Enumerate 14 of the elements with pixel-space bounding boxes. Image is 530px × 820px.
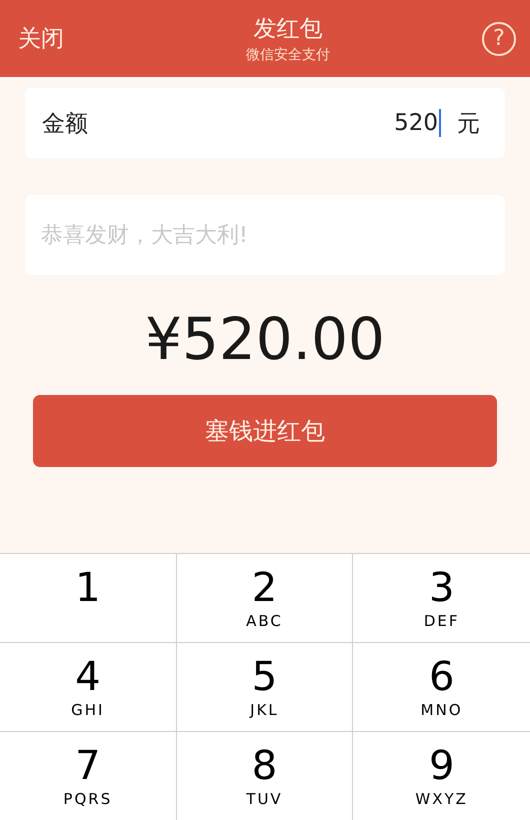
page-title: 发红包 (254, 15, 322, 44)
keypad-key[interactable]: 1 (0, 554, 177, 643)
keypad-key[interactable]: 5 JKL (176, 643, 354, 732)
total-amount: ¥520.00 (145, 305, 385, 373)
submit-button[interactable]: 塞钱进红包 (33, 395, 497, 467)
currency-unit: 元 (457, 110, 480, 138)
keypad-key[interactable]: 4 GHI (0, 643, 177, 732)
amount-field[interactable]: 金额 520 元 (25, 88, 505, 158)
close-button[interactable]: 关闭 (18, 23, 64, 54)
amount-value: 520 (394, 110, 438, 136)
keypad-key[interactable]: 2 ABC (176, 554, 354, 643)
amount-label: 金额 (42, 110, 89, 138)
page-subtitle: 微信安全支付 (246, 46, 330, 64)
text-cursor (439, 109, 441, 137)
